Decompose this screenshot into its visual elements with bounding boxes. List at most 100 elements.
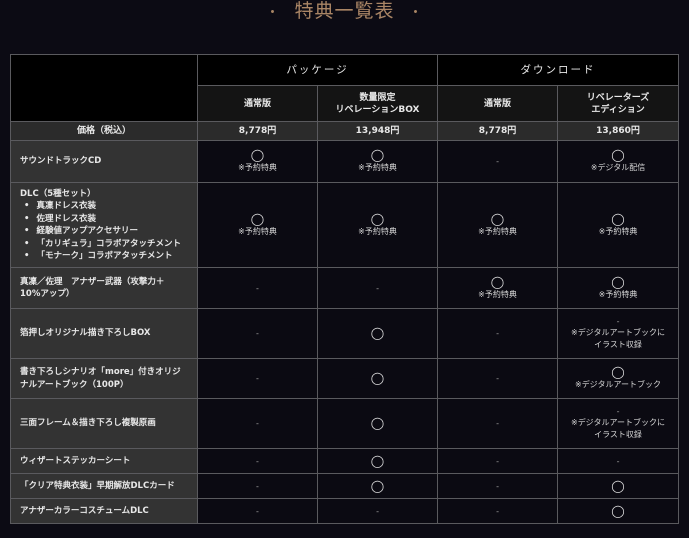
edition-header-download-standard: 通常版 [437,85,559,122]
included-circle-icon: ◯ [490,274,505,289]
availability-cell: - [437,448,559,474]
edition-header-download-deluxe: リベレーターズ エディション [557,85,680,122]
availability-cell: ◯ ※予約特典 [197,182,318,268]
availability-cell: ◯ ※予約特典 [197,140,318,183]
not-included-dash: - [256,419,259,428]
included-circle-icon: ◯ [370,371,385,385]
price-value: 13,860円 [557,121,680,141]
included-circle-icon: ◯ [611,365,625,379]
edition-name-line2: エディション [591,104,645,115]
feature-row: 三面フレーム＆描き下ろし複製原画 - ◯ - - ※デジタルアートブックに イラスト収録 [10,398,680,449]
availability-cell: ◯ ※デジタルアートブック [557,358,680,399]
included-circle-icon: ◯ [611,503,625,518]
feature-label-line: 「クリア特典衣装」早期解放DLCカード [20,480,175,491]
feature-label-line: サウンドトラックCD [20,156,102,167]
availability-cell: - [437,308,559,359]
availability-cell: - [197,308,318,359]
feature-label-line: DLC（5種セット） [20,188,96,199]
page-title: ・特典一覧表・ [0,0,689,26]
price-value: 8,778円 [437,121,559,141]
availability-cell: - [197,398,318,449]
not-included-dash: - [496,481,499,491]
feature-row: 「クリア特典衣装」早期解放DLCカード - ◯ - ◯ [10,473,680,499]
included-circle-icon: ◯ [370,326,385,340]
feature-label-line: ウィザートステッカーシート [20,455,131,466]
availability-cell: ◯ ※予約特典 [437,182,559,268]
not-included-dash: - [256,329,259,338]
availability-cell: - [557,448,680,474]
availability-cell: ◯ [316,473,439,499]
availability-cell: ◯ ※デジタル配信 [557,140,680,183]
price-value: 13,948円 [316,121,439,141]
feature-label: 箔押しオリジナル描き下ろしBOX [10,308,198,359]
availability-cell: - [437,398,559,449]
included-circle-icon: ◯ [611,274,625,289]
group-header-package: パッケージ [196,54,439,86]
availability-note: ※デジタル配信 [590,163,646,172]
not-included-dash: - [256,374,259,383]
edition-header-package-limited: 数量限定 リベレーションBOX [316,85,439,122]
edition-name-line1: 数量限定 [359,92,396,103]
availability-note: イラスト収録 [594,430,642,439]
price-value: 8,778円 [197,121,318,141]
feature-row: 箔押しオリジナル描き下ろしBOX - ◯ - - ※デジタルアートブックに イラスト収録 [10,308,680,359]
corner-cell [10,54,198,122]
not-included-dash: - [496,419,499,428]
availability-cell: ◯ ※予約特典 [316,140,439,183]
availability-cell: ◯ [316,358,439,399]
title-dot-left: ・ [265,5,281,21]
dlc-item: 「モナーク」コラボアタッチメント [24,250,193,263]
feature-label: 三面フレーム＆描き下ろし複製原画 [10,398,198,449]
availability-cell: - ※デジタルアートブックに イラスト収録 [557,308,680,359]
dlc-item-list: 真凜ドレス衣装佐理ドレス衣装経験値アップアクセサリー「カリギュラ」コラボアタッチ… [20,200,193,263]
included-circle-icon: ◯ [250,148,265,162]
availability-cell: ◯ [316,448,439,474]
availability-note: ※予約特典 [238,163,277,172]
not-included-dash: - [496,329,499,338]
feature-label: ウィザートステッカーシート [10,448,198,474]
availability-cell: - [437,498,559,524]
not-included-dash: - [496,157,499,166]
availability-cell: - [197,267,318,309]
feature-row: 書き下ろしシナリオ「more」付きオリジ ナルアートブック（100P） - ◯ - ◯ ※デ… [10,358,680,399]
availability-cell: ◯ [557,473,680,499]
availability-note: ※予約特典 [358,226,397,236]
title-dot-right: ・ [408,5,424,21]
feature-label: アナザーカラーコスチュームDLC [10,498,198,524]
availability-cell: - [197,448,318,474]
availability-note: ※デジタルアートブック [574,380,662,389]
availability-note: ※デジタルアートブックに [570,328,666,337]
feature-row: ウィザートステッカーシート - ◯ - - [10,448,680,474]
edition-name: 通常版 [484,98,512,109]
included-circle-icon: ◯ [370,453,385,468]
availability-cell: - [437,358,559,399]
availability-note: ※予約特典 [478,289,517,299]
edition-name-line2: リベレーションBOX [335,104,420,115]
included-circle-icon: ◯ [611,478,625,493]
feature-row: サウンドトラックCD ◯ ※予約特典 ◯ ※予約特典 - ◯ ※デジタル配信 [10,140,680,183]
feature-row: 真凜／佐理 アナザー武器（攻撃力＋ 10%アップ） - - ◯ ※予約特典 ◯ ※予約特典 [10,267,680,309]
availability-cell: ◯ [557,498,680,524]
dlc-item: 佐理ドレス衣装 [24,213,193,226]
feature-label-line: 書き下ろしシナリオ「more」付きオリジ [20,367,181,377]
not-included-dash: - [256,283,259,293]
availability-cell: - ※デジタルアートブックに イラスト収録 [557,398,680,449]
feature-label-line: 10%アップ） [20,289,75,299]
included-circle-icon: ◯ [370,211,385,226]
not-included-dash: - [256,481,259,491]
feature-label-line: 箔押しオリジナル描き下ろしBOX [20,328,151,339]
availability-cell: - [316,267,439,309]
availability-note: ※デジタルアートブックに [570,418,666,427]
availability-cell: ◯ ※予約特典 [557,182,680,268]
not-included-dash: - [496,506,499,516]
availability-cell: ◯ [316,308,439,359]
feature-row: アナザーカラーコスチュームDLC - - - ◯ [10,498,680,524]
group-header-row: パッケージ ダウンロード [10,54,680,122]
edition-name-line1: リベレーターズ [586,92,650,103]
availability-cell: ◯ ※予約特典 [316,182,439,268]
price-row: 価格（税込） 8,778円 13,948円 8,778円 13,860円 [10,121,680,141]
availability-note: ※予約特典 [358,163,397,172]
feature-label-line: 三面フレーム＆描き下ろし複製原画 [20,418,156,429]
included-circle-icon: ◯ [611,148,625,162]
dlc-item: 真凜ドレス衣装 [24,200,193,213]
